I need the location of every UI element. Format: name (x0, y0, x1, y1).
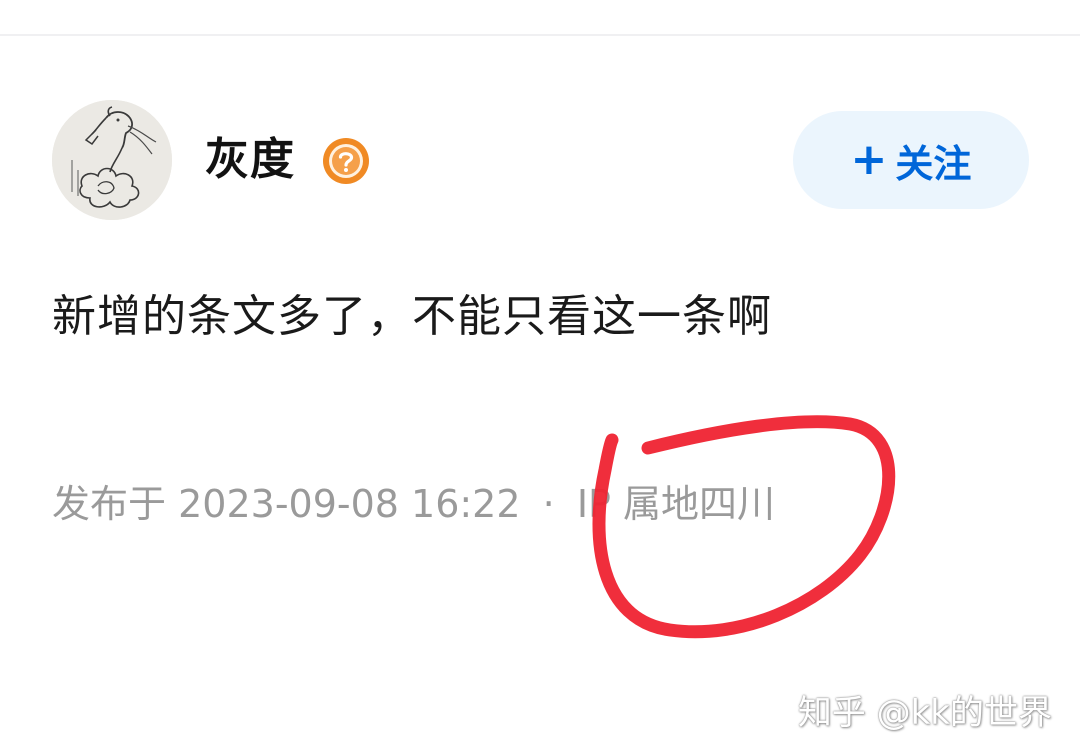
plus-icon: + (850, 134, 888, 185)
avatar[interactable] (52, 100, 172, 220)
follow-button-label: 关注 (895, 141, 972, 186)
ip-location: 属地四川 (623, 482, 776, 526)
follow-button[interactable]: + 关注 (793, 111, 1029, 209)
post-content: 新增的条文多了，不能只看这一条啊 (52, 291, 772, 342)
ip-label: IP (576, 482, 611, 526)
hand-drawn-horse-avatar-icon (52, 100, 172, 220)
question-mark-badge-icon[interactable] (321, 136, 371, 186)
meta-separator: · (542, 482, 555, 526)
watermark: 知乎 @kk的世界 (797, 693, 1052, 733)
username[interactable]: 灰度 (205, 128, 295, 192)
top-divider (0, 34, 1080, 36)
published-label: 发布于 (52, 482, 167, 526)
post-meta: 发布于 2023-09-08 16:22 · IP 属地四川 (52, 476, 775, 532)
publish-datetime: 2023-09-08 16:22 (178, 482, 521, 526)
